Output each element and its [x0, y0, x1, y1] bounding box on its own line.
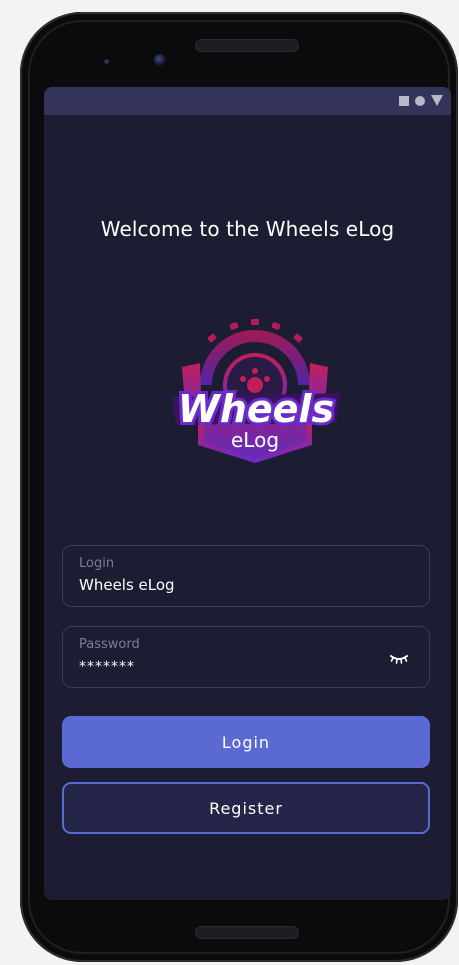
- status-bar: [44, 87, 451, 115]
- password-field-value[interactable]: *******: [79, 659, 135, 675]
- phone-frame: Welcome to the Wheels eLog Wheels Wheels…: [20, 12, 458, 962]
- front-camera: [154, 54, 166, 66]
- login-button[interactable]: Login: [62, 716, 430, 768]
- logo-brand-main: Wheels: [178, 387, 334, 431]
- login-field-label: Login: [79, 556, 115, 571]
- triangle-icon: [431, 95, 443, 106]
- circle-icon: [415, 95, 425, 106]
- login-field[interactable]: Login Wheels eLog: [62, 545, 430, 607]
- register-button[interactable]: Register: [62, 782, 430, 834]
- logo-brand-sub: eLog: [231, 428, 279, 452]
- password-field-label: Password: [79, 637, 140, 652]
- wheels-elog-logo: Wheels Wheels eLog: [172, 319, 340, 463]
- status-icons: [399, 95, 443, 106]
- login-field-value[interactable]: Wheels eLog: [79, 576, 175, 594]
- top-speaker: [195, 39, 299, 52]
- welcome-title: Welcome to the Wheels eLog: [100, 217, 395, 241]
- app-screen: Welcome to the Wheels eLog Wheels Wheels…: [44, 87, 451, 900]
- bottom-speaker: [195, 926, 299, 939]
- square-icon: [399, 95, 409, 106]
- proximity-sensor: [104, 59, 110, 65]
- password-field[interactable]: Password *******: [62, 626, 430, 688]
- eye-closed-icon[interactable]: [389, 651, 409, 665]
